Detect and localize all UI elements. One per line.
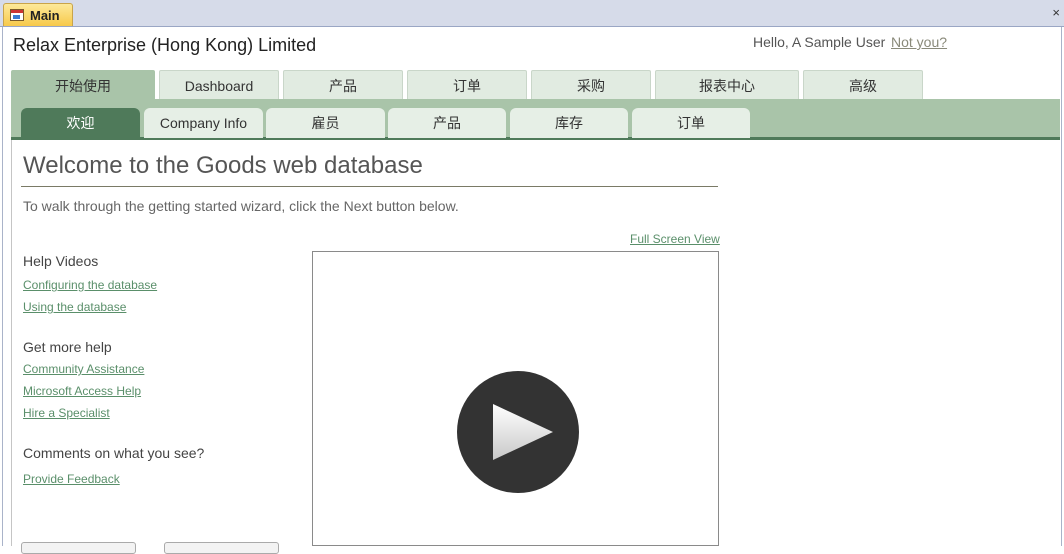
tab-orders[interactable]: 订单	[407, 70, 527, 100]
tab-purchasing[interactable]: 采购	[531, 70, 651, 100]
configuring-database-link[interactable]: Configuring the database	[23, 278, 157, 292]
tab-getting-started[interactable]: 开始使用	[11, 70, 155, 100]
not-you-link[interactable]: Not you?	[891, 34, 947, 50]
subtab-company-info[interactable]: Company Info	[144, 108, 263, 138]
back-button[interactable]	[21, 542, 136, 554]
document-tab-main[interactable]: Main	[3, 3, 73, 26]
tab-reports-center[interactable]: 报表中心	[655, 70, 799, 100]
more-help-heading: Get more help	[23, 339, 112, 355]
subtab-inventory[interactable]: 库存	[510, 108, 628, 138]
subtab-products[interactable]: 产品	[388, 108, 506, 138]
full-screen-view-link[interactable]: Full Screen View	[630, 232, 720, 246]
help-videos-heading: Help Videos	[23, 253, 99, 269]
community-assistance-link[interactable]: Community Assistance	[23, 362, 144, 376]
subtab-orders[interactable]: 订单	[632, 108, 750, 138]
video-player[interactable]	[312, 251, 719, 546]
subtab-welcome[interactable]: 欢迎	[21, 108, 140, 138]
content-border	[11, 140, 12, 546]
access-help-link[interactable]: Microsoft Access Help	[23, 384, 141, 398]
provide-feedback-link[interactable]: Provide Feedback	[23, 472, 120, 486]
using-database-link[interactable]: Using the database	[23, 300, 126, 314]
subtab-employees[interactable]: 雇员	[266, 108, 385, 138]
play-icon[interactable]	[457, 371, 579, 493]
close-icon[interactable]: ×	[1052, 5, 1060, 20]
document-tab-strip	[0, 0, 1064, 27]
tab-advanced[interactable]: 高级	[803, 70, 923, 100]
next-button[interactable]	[164, 542, 279, 554]
intro-text: To walk through the getting started wiza…	[23, 198, 459, 214]
tab-products[interactable]: 产品	[283, 70, 403, 100]
comments-heading: Comments on what you see?	[23, 445, 205, 461]
title-divider	[21, 186, 718, 187]
tab-dashboard[interactable]: Dashboard	[159, 70, 279, 100]
company-name: Relax Enterprise (Hong Kong) Limited	[13, 35, 317, 55]
page-title: Welcome to the Goods web database	[23, 152, 423, 179]
document-tab-label: Main	[30, 7, 60, 23]
user-greeting: Hello, A Sample User	[753, 34, 886, 50]
hire-specialist-link[interactable]: Hire a Specialist	[23, 406, 110, 420]
form-icon	[10, 9, 24, 21]
